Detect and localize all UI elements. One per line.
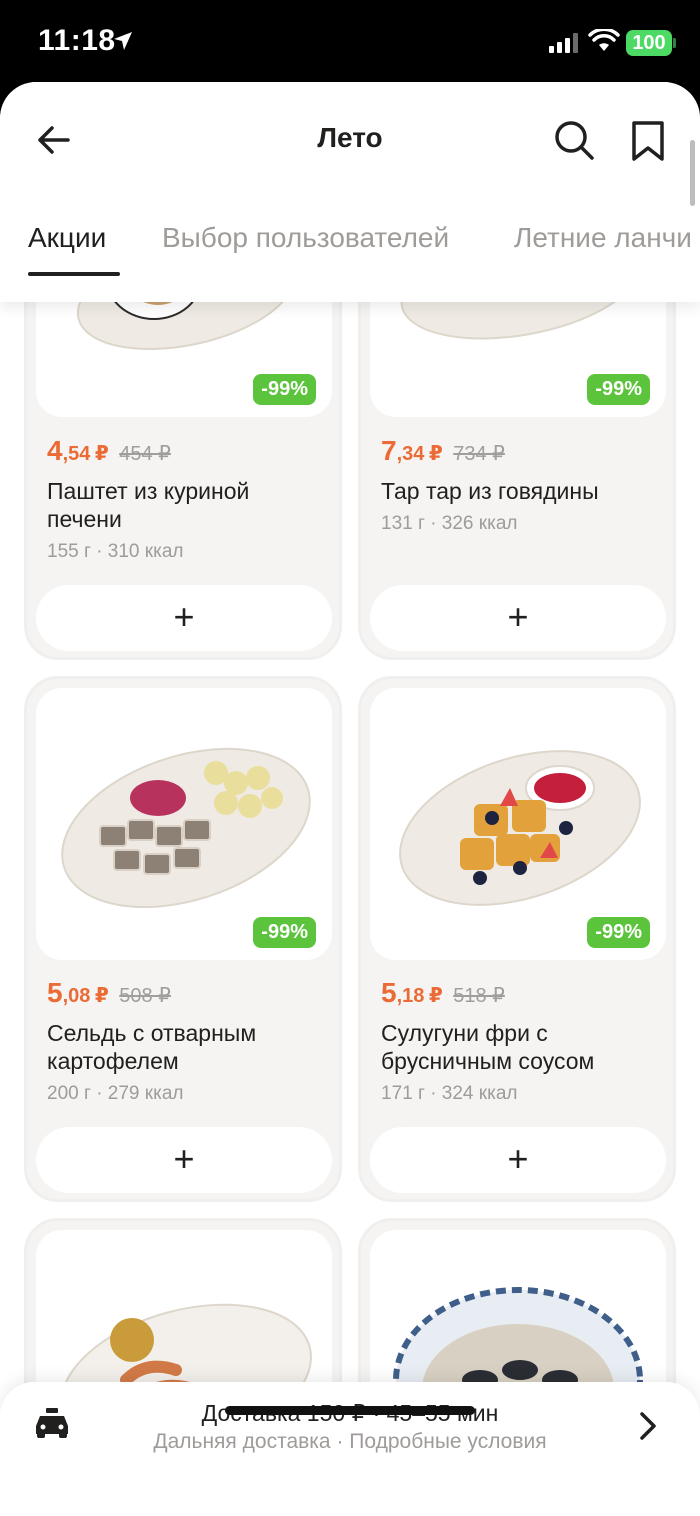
product-name: Тар тар из говядины <box>381 478 599 504</box>
location-arrow-icon <box>114 32 132 50</box>
price-row: 5,18 ₽ 518 ₽ <box>381 977 505 1009</box>
price-currency: ₽ <box>428 985 443 1007</box>
status-bar: 11:18 100 <box>0 0 700 84</box>
battery-tip <box>673 38 676 48</box>
price-integer: 5 <box>381 977 397 1008</box>
product-name: Сулугуни фри с брусничным соусом <box>381 1020 595 1074</box>
collection-sheet: -99% 4,54 ₽ 454 ₽ Паштет из куриной пече… <box>0 82 700 1516</box>
header: Лето Акции Выбор пользователей Летние ла… <box>0 82 700 302</box>
product-meta: 171 г · 324 ккал <box>381 1083 518 1104</box>
price-decimal: ,08 <box>62 985 91 1007</box>
price-decimal: ,54 <box>62 443 91 465</box>
discount-badge: -99% <box>587 917 650 948</box>
tab-promotions[interactable]: Акции <box>28 222 106 254</box>
product-card[interactable]: -99% 5,18 ₽ 518 ₽ Сулугуни фри с бруснич… <box>358 676 676 1202</box>
delivery-info-bar[interactable]: Доставка 150 ₽ · 45–55 мин Дальняя доста… <box>0 1382 700 1516</box>
product-name: Паштет из куриной печени <box>47 478 250 532</box>
price-row: 7,34 ₽ 734 ₽ <box>381 435 505 467</box>
product-meta: 155 г · 310 ккал <box>47 541 184 562</box>
category-tabs: Акции Выбор пользователей Летние ланчи <box>0 214 700 278</box>
price-decimal: ,18 <box>396 985 425 1007</box>
tab-users-choice[interactable]: Выбор пользователей <box>162 222 449 254</box>
price-row: 5,08 ₽ 508 ₽ <box>47 977 171 1009</box>
discount-badge: -99% <box>253 374 316 405</box>
bookmark-icon[interactable] <box>630 120 666 162</box>
scroll-indicator <box>690 140 695 206</box>
product-card[interactable]: -99% 5,08 ₽ 508 ₽ Сельдь с отварным карт… <box>24 676 342 1202</box>
search-icon[interactable] <box>552 118 596 162</box>
old-price: 734 ₽ <box>453 443 505 465</box>
product-meta: 200 г · 279 ккал <box>47 1083 184 1104</box>
add-to-cart-button[interactable]: + <box>36 585 332 651</box>
price-integer: 7 <box>381 435 397 466</box>
price-integer: 4 <box>47 435 63 466</box>
price-currency: ₽ <box>94 443 109 465</box>
price-row: 4,54 ₽ 454 ₽ <box>47 435 171 467</box>
active-tab-indicator <box>28 272 120 276</box>
price-integer: 5 <box>47 977 63 1008</box>
wifi-icon <box>588 29 620 51</box>
add-to-cart-button[interactable]: + <box>36 1127 332 1193</box>
tab-summer-lunches[interactable]: Летние ланчи <box>514 222 692 254</box>
status-time: 11:18 <box>38 24 116 57</box>
product-image[interactable]: -99% <box>370 688 666 960</box>
price-currency: ₽ <box>428 443 443 465</box>
home-indicator[interactable] <box>225 1406 475 1415</box>
old-price: 518 ₽ <box>453 985 505 1007</box>
old-price: 454 ₽ <box>119 443 171 465</box>
discount-badge: -99% <box>253 917 316 948</box>
add-to-cart-button[interactable]: + <box>370 1127 666 1193</box>
discount-badge: -99% <box>587 374 650 405</box>
product-meta: 131 г · 326 ккал <box>381 513 518 534</box>
chevron-right-icon[interactable] <box>636 1410 660 1442</box>
signal-icon <box>549 33 578 53</box>
old-price: 508 ₽ <box>119 985 171 1007</box>
product-image[interactable]: -99% <box>36 688 332 960</box>
battery-indicator: 100 <box>626 30 672 56</box>
product-name: Сельдь с отварным картофелем <box>47 1020 257 1074</box>
price-currency: ₽ <box>94 985 109 1007</box>
price-decimal: ,34 <box>396 443 425 465</box>
delivery-details-link[interactable]: Дальняя доставка · Подробные условия <box>0 1430 700 1454</box>
add-to-cart-button[interactable]: + <box>370 585 666 651</box>
